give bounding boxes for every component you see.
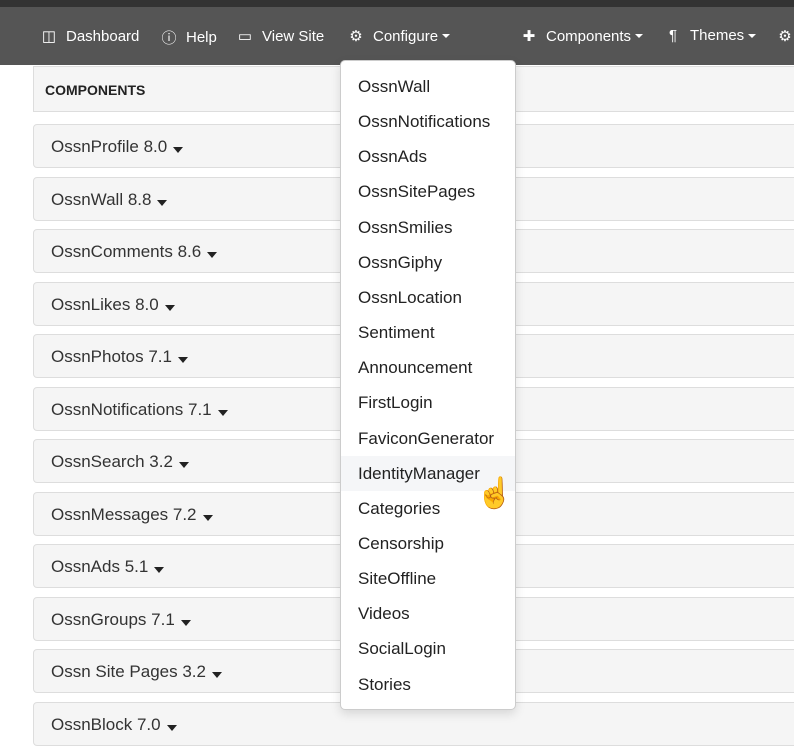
dropdown-item[interactable]: OssnSmilies <box>341 210 515 245</box>
nav-dashboard[interactable]: ◫ Dashboard <box>40 27 140 46</box>
caret-down-icon <box>217 409 228 416</box>
laptop-icon: ▭ <box>237 28 253 45</box>
component-title: OssnBlock 7.0 <box>51 715 177 735</box>
component-title: Ossn Site Pages 3.2 <box>51 662 222 682</box>
dropdown-item[interactable]: FirstLogin <box>341 385 515 420</box>
caret-down-icon <box>211 672 222 678</box>
caret-down-icon <box>442 34 451 38</box>
caret-down-icon <box>178 462 189 468</box>
component-title: OssnSearch 3.2 <box>51 452 189 472</box>
component-title: OssnGroups 7.1 <box>51 610 191 630</box>
nav-help[interactable]: ⓘ Help <box>160 27 217 48</box>
dropdown-item[interactable]: Announcement <box>341 350 515 385</box>
caret-down-icon <box>202 514 213 521</box>
nav-label: Themes <box>690 27 745 44</box>
dropdown-item[interactable]: SocialLogin <box>341 631 515 666</box>
dropdown-item[interactable]: Videos <box>341 596 515 631</box>
caret-down-icon <box>635 34 644 38</box>
caret-down-icon <box>207 252 218 258</box>
hand-pointer-cursor-icon: ☝ <box>476 477 514 510</box>
component-title: OssnPhotos 7.1 <box>51 347 188 367</box>
component-title: OssnAds 5.1 <box>51 557 165 577</box>
nav-configure[interactable]: ⚙ Configure <box>347 27 451 45</box>
nav-label: Configure <box>373 27 439 45</box>
dropdown-item[interactable]: OssnWall <box>341 69 515 104</box>
component-title: OssnMessages 7.2 <box>51 505 213 525</box>
component-title: OssnNotifications 7.1 <box>51 400 228 420</box>
nav-view-site[interactable]: ▭ View Site <box>236 27 325 46</box>
dropdown-item[interactable]: FaviconGenerator <box>341 421 515 456</box>
caret-down-icon <box>177 357 188 363</box>
component-title: OssnComments 8.6 <box>51 242 218 262</box>
dropdown-item[interactable]: OssnNotifications <box>341 104 515 139</box>
info-icon: ⓘ <box>161 30 177 47</box>
dropdown-item[interactable]: OssnSitePages <box>341 174 515 209</box>
caret-down-icon <box>180 619 191 626</box>
top-strip <box>0 0 794 7</box>
configure-dropdown-menu: OssnWall OssnNotifications OssnAds OssnSite… <box>340 60 516 710</box>
dropdown-item[interactable]: Censorship <box>341 526 515 561</box>
nav-label: Components <box>546 27 632 45</box>
caret-down-icon <box>157 199 168 206</box>
component-title: OssnLikes 8.0 <box>51 295 175 315</box>
component-title: OssnWall 8.8 <box>51 190 168 210</box>
puzzle-icon: ✚ <box>522 28 536 45</box>
paint-roller-icon: ¶ <box>668 27 678 44</box>
component-title: OssnProfile 8.0 <box>51 137 184 157</box>
dropdown-item[interactable]: Stories <box>341 667 515 702</box>
caret-down-icon <box>154 567 165 573</box>
caret-down-icon <box>166 724 177 731</box>
columns-icon: ◫ <box>41 28 57 45</box>
caret-down-icon <box>164 304 175 311</box>
admin-navbar: ◫ Dashboard ⓘ Help ▭ View Site ⚙ Configure ✚… <box>0 7 794 65</box>
nav-label: Help <box>186 29 217 46</box>
cogs-icon: ⚙ <box>349 28 363 45</box>
dropdown-item[interactable]: OssnAds <box>341 139 515 174</box>
nav-label: Dashboard <box>66 27 140 45</box>
nav-settings[interactable]: ⚙ <box>776 27 794 45</box>
dropdown-item[interactable]: OssnGiphy <box>341 245 515 280</box>
gear-icon: ⚙ <box>778 28 792 45</box>
nav-themes[interactable]: ¶ Themes <box>664 27 757 44</box>
nav-label: View Site <box>262 27 325 45</box>
dropdown-item[interactable]: OssnLocation <box>341 280 515 315</box>
dropdown-item[interactable]: SiteOffline <box>341 561 515 596</box>
nav-components[interactable]: ✚ Components <box>520 27 644 45</box>
dropdown-item[interactable]: Sentiment <box>341 315 515 350</box>
caret-down-icon <box>748 33 757 38</box>
caret-down-icon <box>173 147 184 153</box>
page-title: COMPONENTS <box>45 82 146 98</box>
